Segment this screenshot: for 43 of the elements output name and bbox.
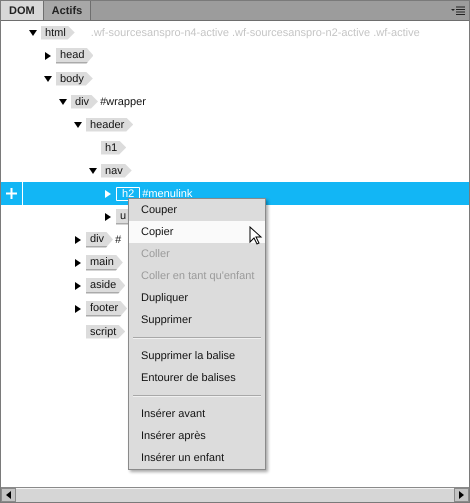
tag-label[interactable]: header	[86, 118, 134, 132]
expand-arrow-icon[interactable]	[74, 282, 82, 290]
class-label: .wf-sourcesanspro-n4-active .wf-sourcesanspro-n2-active .wf-active	[90, 26, 420, 38]
tag-label[interactable]: main	[86, 254, 123, 270]
scroll-left-button[interactable]	[1, 488, 16, 502]
collapse-arrow-icon[interactable]	[89, 166, 97, 174]
tag-label[interactable]: body	[56, 72, 93, 86]
panel-tab[interactable]: Actifs	[44, 1, 92, 20]
tag-label[interactable]: footer	[86, 300, 128, 316]
menu-item[interactable]: Dupliquer	[129, 287, 265, 309]
tag-label[interactable]: nav	[101, 164, 132, 178]
tag-label[interactable]: script	[86, 324, 126, 338]
menu-item[interactable]: Copier	[129, 221, 265, 243]
left-arrow-icon	[6, 491, 11, 499]
menu-item[interactable]: Insérer après	[129, 425, 265, 447]
menu-item[interactable]: Insérer avant	[129, 403, 265, 425]
menu-item[interactable]: Entourer de balises	[129, 367, 265, 389]
id-label: #	[115, 234, 122, 246]
tag-label[interactable]: div	[71, 94, 98, 108]
tag-label[interactable]: head	[56, 48, 94, 64]
expand-arrow-icon[interactable]	[74, 304, 82, 312]
right-arrow-icon	[459, 491, 464, 499]
scroll-right-button[interactable]	[454, 488, 469, 502]
expand-arrow-icon[interactable]	[44, 52, 52, 60]
collapse-arrow-icon[interactable]	[74, 120, 82, 128]
tag-label[interactable]: aside	[86, 278, 126, 294]
menu-item[interactable]: Supprimer la balise	[129, 345, 265, 367]
collapse-arrow-icon[interactable]	[59, 98, 67, 106]
menu-icon[interactable]	[451, 6, 465, 16]
collapse-arrow-icon[interactable]	[44, 74, 52, 82]
expand-arrow-icon[interactable]	[74, 258, 82, 266]
menu-item[interactable]: Supprimer	[129, 309, 265, 331]
expand-arrow-icon[interactable]	[104, 212, 112, 220]
tag-label[interactable]: div	[86, 232, 114, 248]
pointer-cursor-icon	[249, 226, 263, 246]
menu-item[interactable]: Insérer un enfant	[129, 447, 265, 469]
tag-label[interactable]: html	[41, 26, 75, 40]
expand-arrow-icon[interactable]	[74, 236, 82, 244]
collapse-arrow-icon[interactable]	[29, 28, 37, 36]
id-label: #menulink	[142, 188, 192, 200]
panel-tab[interactable]: DOM	[1, 1, 44, 20]
tag-label[interactable]: h1	[101, 140, 126, 154]
id-label: #wrapper	[100, 96, 146, 108]
